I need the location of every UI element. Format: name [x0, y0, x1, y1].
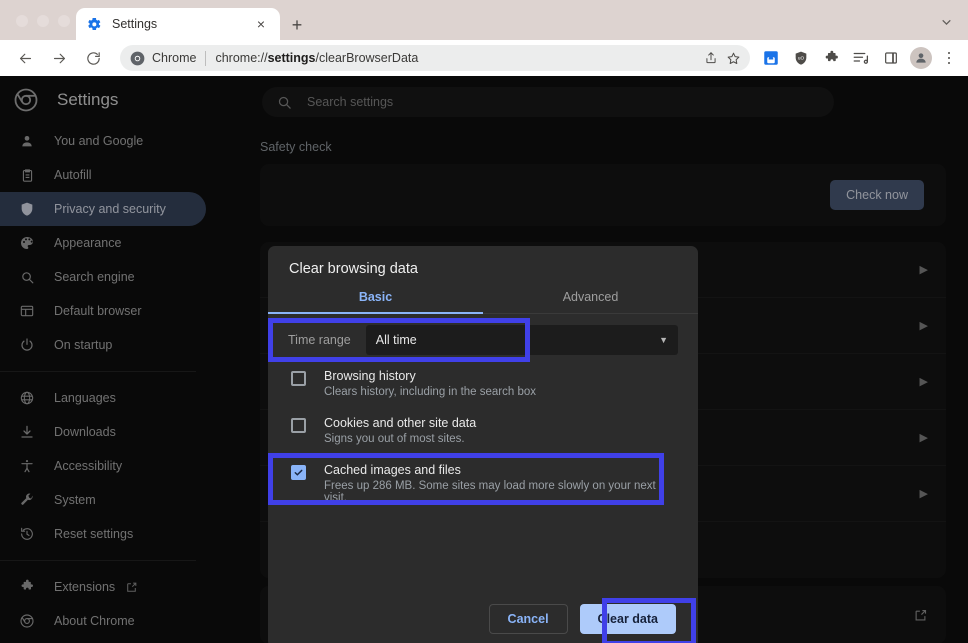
- share-icon[interactable]: [700, 47, 722, 69]
- browser-window: Settings × + Chrome chrome://settings/cl…: [0, 0, 968, 643]
- chrome-logo-icon: [130, 51, 145, 66]
- time-range-value: All time: [375, 333, 417, 347]
- reading-mode-icon[interactable]: [848, 45, 874, 71]
- clear-browsing-data-dialog: Clear browsing data Basic Advanced Time …: [268, 246, 698, 643]
- omnibox-chip: Chrome: [152, 51, 197, 65]
- option-title: Cached images and files: [324, 463, 461, 477]
- chevron-down-icon[interactable]: [936, 12, 956, 32]
- clear-data-button[interactable]: Clear data: [579, 604, 676, 634]
- shield-extension-icon[interactable]: uO: [788, 45, 814, 71]
- checkbox-browsing-history[interactable]: [291, 371, 306, 386]
- maximize-window-button[interactable]: [58, 15, 70, 27]
- option-subtitle: Clears history, including in the search …: [324, 386, 537, 398]
- dialog-title: Clear browsing data: [289, 261, 418, 277]
- option-cached-images-and-files[interactable]: Cached images and files Frees up 286 MB.…: [268, 454, 698, 513]
- svg-text:uO: uO: [798, 56, 805, 61]
- forward-icon[interactable]: [46, 45, 72, 71]
- checkbox-cached-images[interactable]: [291, 465, 306, 480]
- cancel-button[interactable]: Cancel: [488, 604, 568, 634]
- side-panel-icon[interactable]: [878, 45, 904, 71]
- option-title: Browsing history: [324, 369, 416, 383]
- time-range-label: Time range: [288, 333, 351, 347]
- reading-list-icon[interactable]: [758, 45, 784, 71]
- dialog-tabs: Basic Advanced: [268, 290, 698, 314]
- tab-advanced[interactable]: Advanced: [483, 290, 698, 313]
- close-tab-icon[interactable]: ×: [252, 15, 270, 33]
- option-cookies-and-site-data[interactable]: Cookies and other site data Signs you ou…: [268, 407, 698, 454]
- back-icon[interactable]: [12, 45, 38, 71]
- time-range-row: Time range All time ▼: [268, 320, 698, 360]
- minimize-window-button[interactable]: [37, 15, 49, 27]
- option-title: Cookies and other site data: [324, 416, 477, 430]
- settings-page: Settings Search settings You and Google …: [0, 76, 968, 643]
- reload-icon[interactable]: [80, 45, 106, 71]
- chevron-down-icon: ▼: [659, 335, 668, 345]
- browser-tab-settings[interactable]: Settings ×: [76, 8, 280, 40]
- browser-toolbar: Chrome chrome://settings/clearBrowserDat…: [0, 40, 968, 76]
- checkbox-cookies[interactable]: [291, 418, 306, 433]
- omnibox-separator: [205, 50, 207, 66]
- option-subtitle: Frees up 286 MB. Some sites may load mor…: [324, 480, 656, 504]
- three-dot-menu-icon[interactable]: [938, 45, 960, 71]
- close-window-button[interactable]: [16, 15, 28, 27]
- time-range-select[interactable]: All time ▼: [365, 325, 678, 355]
- puzzle-extensions-icon[interactable]: [818, 45, 844, 71]
- new-tab-button[interactable]: +: [286, 14, 308, 36]
- settings-gear-icon: [86, 16, 102, 32]
- dialog-footer: Cancel Clear data: [268, 590, 698, 643]
- profile-avatar[interactable]: [910, 47, 932, 69]
- omnibox-url: chrome://settings/clearBrowserData: [215, 51, 419, 65]
- bookmark-star-icon[interactable]: [722, 47, 744, 69]
- window-controls[interactable]: [16, 15, 70, 27]
- tab-basic[interactable]: Basic: [268, 290, 483, 314]
- option-subtitle: Signs you out of most sites.: [324, 433, 465, 445]
- option-browsing-history[interactable]: Browsing history Clears history, includi…: [268, 360, 698, 407]
- address-bar[interactable]: Chrome chrome://settings/clearBrowserDat…: [120, 45, 750, 71]
- tab-strip: Settings × +: [0, 0, 968, 40]
- tab-title: Settings: [112, 17, 158, 31]
